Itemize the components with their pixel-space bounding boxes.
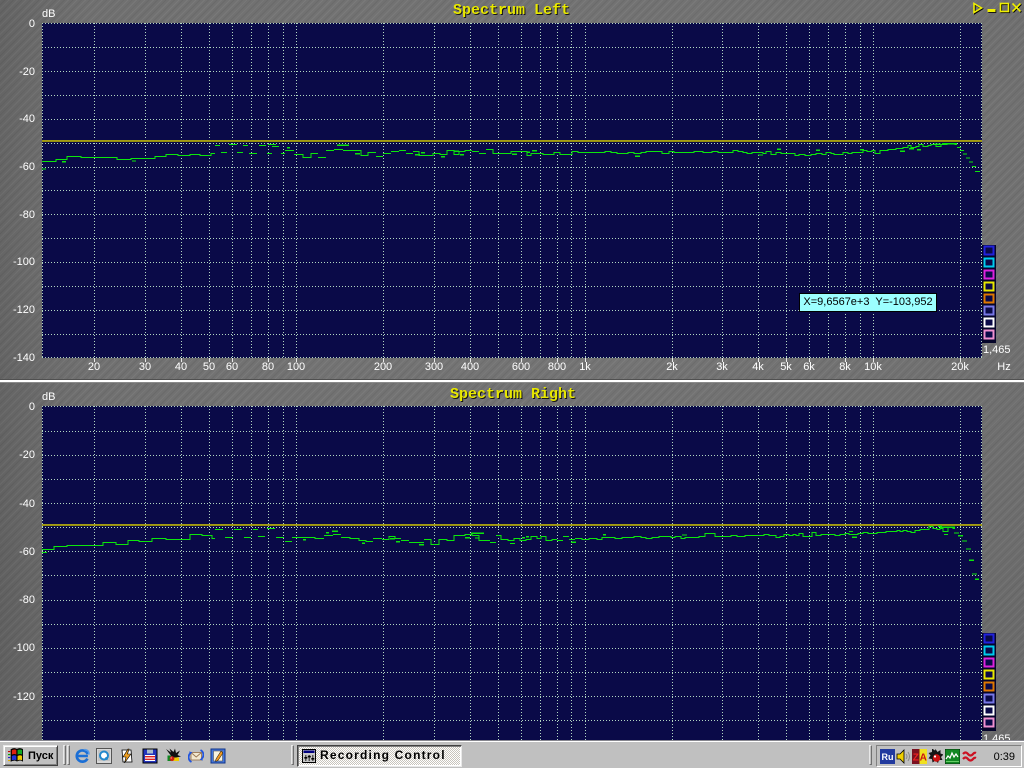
svg-text:Z: Z xyxy=(913,753,919,764)
svg-text:Ru: Ru xyxy=(882,752,894,762)
svg-text:A: A xyxy=(920,753,927,764)
